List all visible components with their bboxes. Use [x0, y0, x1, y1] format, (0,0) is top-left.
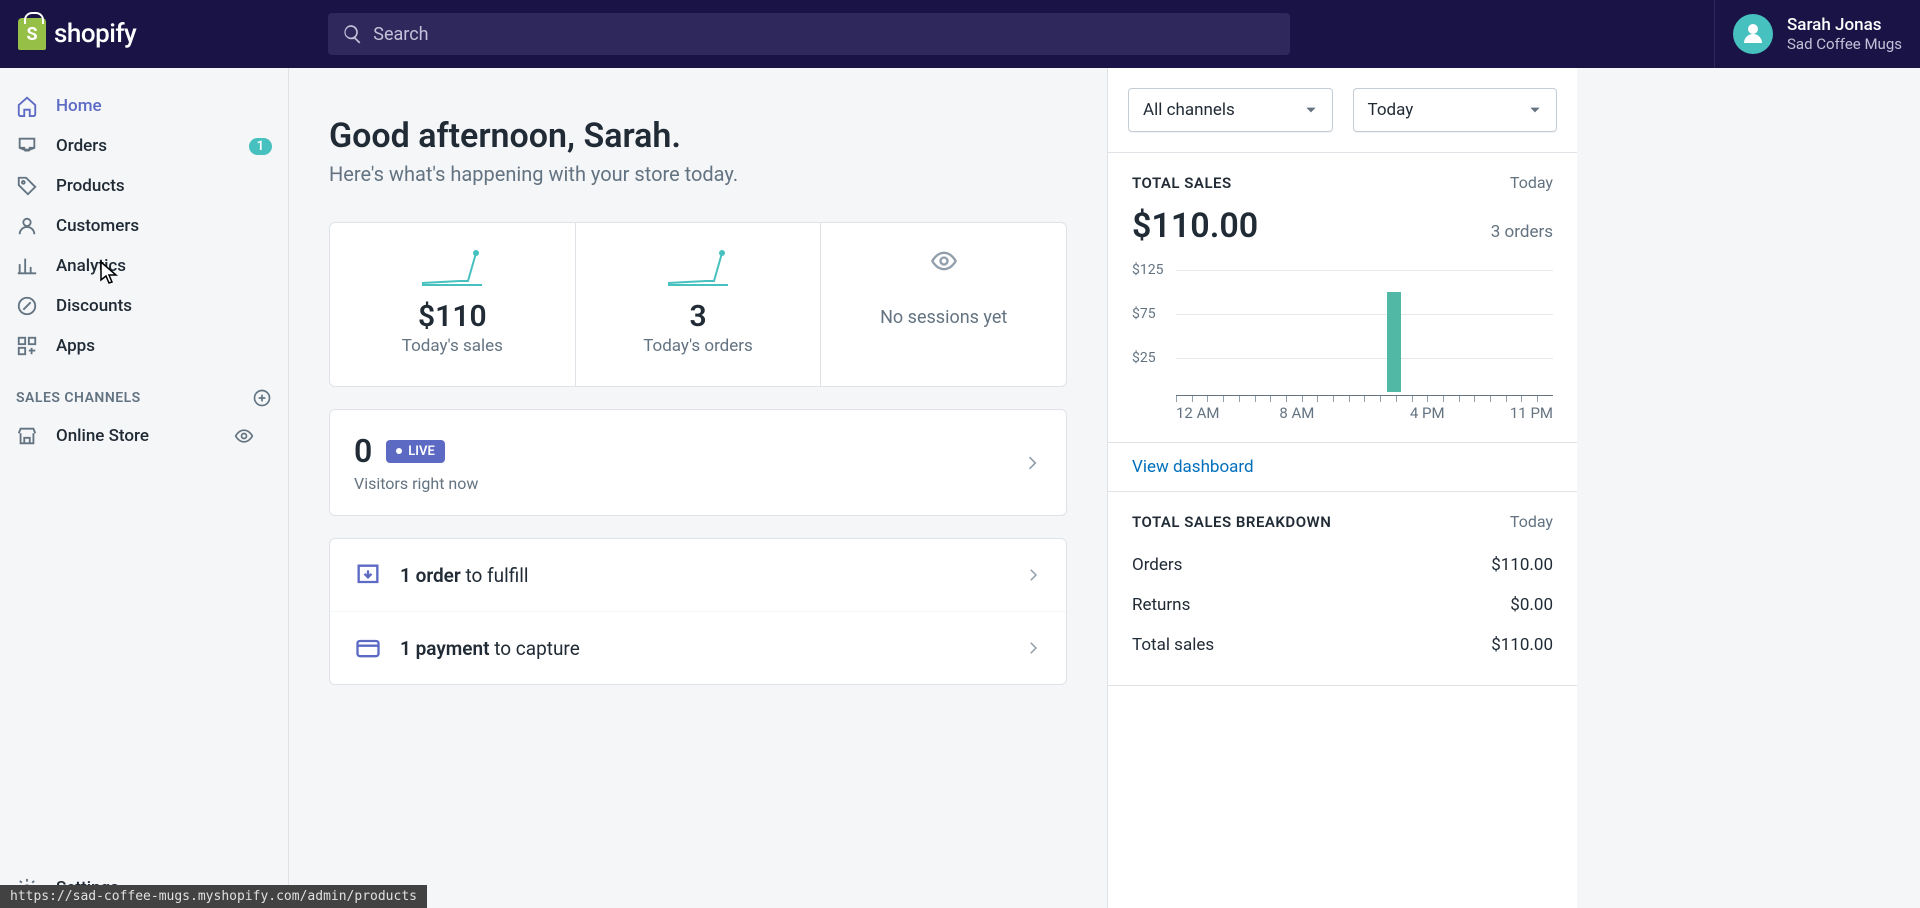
live-subtitle: Visitors right now: [354, 474, 478, 493]
person-icon: [16, 215, 38, 237]
search-input[interactable]: [373, 24, 1276, 45]
brand-text: shopify: [54, 19, 136, 49]
person-icon: [1741, 22, 1765, 46]
page-subtitle: Here's what's happening with your store …: [329, 162, 1067, 186]
task-text: 1 order to fulfill: [400, 564, 529, 587]
card-sales[interactable]: $110 Today's sales: [330, 223, 576, 386]
payment-icon: [354, 634, 382, 662]
channel-select[interactable]: All channels: [1128, 88, 1333, 132]
total-sales-panel: TOTAL SALES Today $110.00 3 orders $125 …: [1108, 153, 1577, 443]
panel-period: Today: [1510, 173, 1553, 192]
nav-label: Products: [56, 176, 125, 196]
grid-icon: [16, 335, 38, 357]
inbox-icon: [16, 135, 38, 157]
card-orders[interactable]: 3 Today's orders: [576, 223, 822, 386]
logo[interactable]: shopify: [18, 18, 288, 50]
sparkline-icon: [666, 247, 730, 287]
fulfill-icon: [354, 561, 382, 589]
tasks-card: 1 order to fulfill 1 payment to capture: [329, 538, 1067, 685]
summary-cards: $110 Today's sales 3 Today's orders No s…: [329, 222, 1067, 387]
nav-products[interactable]: Products: [0, 166, 288, 206]
orders-label: Today's orders: [576, 336, 821, 356]
store-icon: [16, 425, 38, 447]
nav-label: Analytics: [56, 256, 126, 276]
live-count: 0: [354, 432, 372, 470]
breakdown-row: Returns$0.00: [1132, 585, 1553, 625]
sales-channels-header: SALES CHANNELS: [0, 366, 288, 416]
orders-count: 3 orders: [1491, 222, 1553, 242]
nav-label: Discounts: [56, 296, 132, 316]
breakdown-row: Orders$110.00: [1132, 545, 1553, 585]
nav-label: Apps: [56, 336, 95, 356]
page-title: Good afternoon, Sarah.: [329, 116, 1067, 156]
percent-icon: [16, 295, 38, 317]
range-select[interactable]: Today: [1353, 88, 1558, 132]
sales-value: $110: [330, 299, 575, 334]
plus-circle-icon[interactable]: [252, 388, 272, 408]
chevron-right-icon: [1024, 639, 1042, 657]
user-name: Sarah Jonas: [1787, 15, 1902, 35]
user-menu[interactable]: Sarah Jonas Sad Coffee Mugs: [1715, 14, 1902, 54]
chevron-right-icon: [1022, 453, 1042, 473]
right-column: All channels Today TOTAL SALES Today $11…: [1107, 68, 1577, 908]
breakdown-row: Total sales$110.00: [1132, 625, 1553, 665]
nav-online-store[interactable]: Online Store: [0, 416, 288, 456]
nav-apps[interactable]: Apps: [0, 326, 288, 366]
tag-icon: [16, 175, 38, 197]
chevron-right-icon: [1024, 566, 1042, 584]
breakdown-panel: TOTAL SALES BREAKDOWN Today Orders$110.0…: [1108, 492, 1577, 686]
orders-value: 3: [576, 299, 821, 334]
nav-home[interactable]: Home: [0, 86, 288, 126]
sales-label: Today's sales: [330, 336, 575, 356]
panel-period: Today: [1510, 512, 1553, 531]
nav-label: Home: [56, 96, 102, 116]
nav-analytics[interactable]: Analytics: [0, 246, 288, 286]
nav-orders[interactable]: Orders 1: [0, 126, 288, 166]
task-text: 1 payment to capture: [400, 637, 580, 660]
panel-title: TOTAL SALES BREAKDOWN: [1132, 513, 1331, 531]
nav-label: Orders: [56, 136, 107, 156]
search-icon: [342, 23, 363, 45]
sales-chart: $125 $75 $25 12 AM 8 AM 4 PM 11 PM: [1132, 262, 1553, 422]
total-amount: $110.00: [1132, 206, 1258, 246]
store-name: Sad Coffee Mugs: [1787, 35, 1902, 53]
caret-down-icon: [1304, 103, 1318, 117]
chart-icon: [16, 255, 38, 277]
card-sessions[interactable]: No sessions yet: [821, 223, 1066, 386]
nav-discounts[interactable]: Discounts: [0, 286, 288, 326]
nav-label: Online Store: [56, 426, 149, 446]
task-fulfill[interactable]: 1 order to fulfill: [330, 539, 1066, 612]
chart-bar: [1387, 292, 1401, 392]
sidebar: Home Orders 1 Products Customers Analyti…: [0, 68, 289, 908]
home-icon: [16, 95, 38, 117]
caret-down-icon: [1528, 103, 1542, 117]
orders-badge: 1: [249, 138, 272, 155]
sparkline-icon: [420, 247, 484, 287]
search-bar[interactable]: [328, 13, 1290, 55]
eye-icon: [930, 247, 958, 275]
task-capture[interactable]: 1 payment to capture: [330, 612, 1066, 684]
eye-icon[interactable]: [234, 426, 254, 446]
status-bar: https://sad-coffee-mugs.myshopify.com/ad…: [0, 885, 427, 908]
shopify-bag-icon: [18, 18, 46, 50]
nav-label: Customers: [56, 216, 139, 236]
nav-customers[interactable]: Customers: [0, 206, 288, 246]
live-visitors-card[interactable]: 0 LIVE Visitors right now: [329, 409, 1067, 516]
top-nav: shopify Sarah Jonas Sad Coffee Mugs: [0, 0, 1920, 68]
panel-title: TOTAL SALES: [1132, 174, 1232, 192]
sessions-empty: No sessions yet: [821, 289, 1066, 328]
avatar: [1733, 14, 1773, 54]
live-badge: LIVE: [386, 440, 445, 463]
view-dashboard-link[interactable]: View dashboard: [1132, 457, 1254, 477]
